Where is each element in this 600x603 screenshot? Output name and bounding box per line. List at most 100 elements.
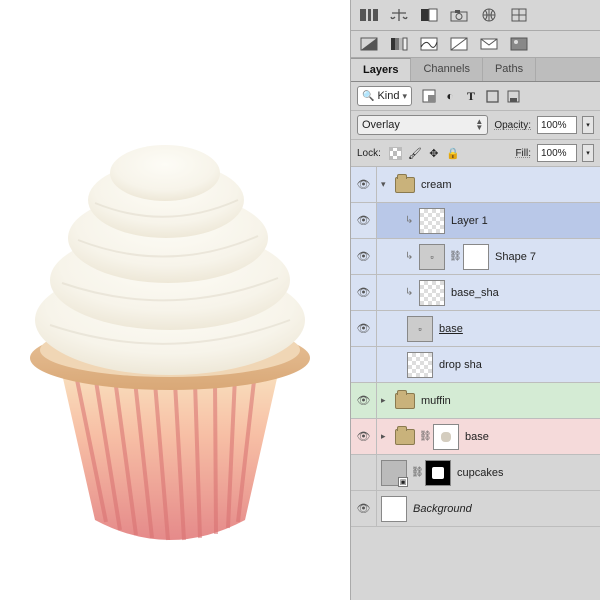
clipping-icon: ↳ xyxy=(405,287,415,298)
gradient-icon[interactable] xyxy=(419,6,439,24)
layer-group-base[interactable]: ▸ ⛓ base xyxy=(351,419,600,455)
grid-icon[interactable] xyxy=(509,6,529,24)
blend-row: Overlay ▲▼ Opacity: 100% ▾ xyxy=(351,111,600,140)
layer-name: muffin xyxy=(421,395,451,407)
disclosure-triangle[interactable]: ▸ xyxy=(381,431,391,442)
layer-name: Layer 1 xyxy=(451,215,488,227)
filter-smart-icon[interactable] xyxy=(506,89,520,103)
panel-tabs: Layers Channels Paths xyxy=(351,58,600,82)
globe-icon[interactable] xyxy=(479,6,499,24)
visibility-toggle[interactable] xyxy=(351,419,377,454)
filter-icons: ◐ T xyxy=(422,89,520,103)
lock-brush-icon[interactable]: 🖌 xyxy=(408,146,422,160)
layer-name: base_sha xyxy=(451,287,499,299)
lock-transparent-icon[interactable] xyxy=(389,146,403,160)
blend-mode-select[interactable]: Overlay ▲▼ xyxy=(357,115,488,135)
lock-label: Lock: xyxy=(357,148,381,159)
folder-icon xyxy=(395,393,415,409)
layer-thumbnail xyxy=(381,496,407,522)
folder-icon xyxy=(395,429,415,445)
balance-icon[interactable] xyxy=(389,6,409,24)
filter-pixel-icon[interactable] xyxy=(422,89,436,103)
opacity-input[interactable]: 100% xyxy=(537,116,577,134)
link-icon: ⛓ xyxy=(449,251,459,262)
lock-icons: 🖌 ✥ 🔒 xyxy=(389,146,460,160)
threshold-icon[interactable] xyxy=(419,36,439,52)
camera-icon[interactable] xyxy=(449,6,469,24)
folder-icon xyxy=(395,177,415,193)
layer-thumbnail: ▫ xyxy=(407,316,433,342)
map-icon[interactable] xyxy=(509,36,529,52)
link-icon: ⛓ xyxy=(419,431,429,442)
chevron-icon: ▾ xyxy=(402,91,407,102)
layer-name: Shape 7 xyxy=(495,251,536,263)
layer-thumbnail xyxy=(419,280,445,306)
blend-mode-label: Overlay xyxy=(362,119,400,131)
layer-shape7[interactable]: ↳ ▫ ⛓ Shape 7 xyxy=(351,239,600,275)
mask-thumbnail xyxy=(425,460,451,486)
visibility-toggle[interactable] xyxy=(351,275,377,310)
layer-cupcakes[interactable]: ▣ ⛓ cupcakes xyxy=(351,455,600,491)
layer-base[interactable]: ▫ base xyxy=(351,311,600,347)
fill-input[interactable]: 100% xyxy=(537,144,577,162)
vector-thumb: ▫ xyxy=(419,244,445,270)
mask-thumbnail xyxy=(463,244,489,270)
layers-list: ▾ cream ↳ Layer 1 ↳ ▫ ⛓ Shape 7 xyxy=(351,167,600,600)
fill-label: Fill: xyxy=(515,148,531,159)
top-icon-row-1 xyxy=(351,0,600,31)
link-icon: ⛓ xyxy=(411,467,421,478)
layer-thumbnail xyxy=(419,208,445,234)
clipping-icon: ↳ xyxy=(405,251,415,262)
top-icon-row-2 xyxy=(351,31,600,58)
visibility-toggle[interactable] xyxy=(351,311,377,346)
tab-layers[interactable]: Layers xyxy=(351,58,411,81)
layer-group-muffin[interactable]: ▸ muffin xyxy=(351,383,600,419)
visibility-toggle[interactable] xyxy=(351,383,377,418)
layer-name: base xyxy=(439,323,463,335)
layer-base-sha[interactable]: ↳ base_sha xyxy=(351,275,600,311)
lock-row: Lock: 🖌 ✥ 🔒 Fill: 100% ▾ xyxy=(351,140,600,167)
select-arrows-icon: ▲▼ xyxy=(475,119,483,131)
layer-thumbnail: ▣ xyxy=(381,460,407,486)
layer-layer1[interactable]: ↳ Layer 1 xyxy=(351,203,600,239)
filter-shape-icon[interactable] xyxy=(485,89,499,103)
filter-row: 🔍 Kind ▾ ◐ T xyxy=(351,82,600,111)
filter-kind-select[interactable]: 🔍 Kind ▾ xyxy=(357,86,412,106)
layer-name: cupcakes xyxy=(457,467,503,479)
fill-toggle-icon[interactable] xyxy=(359,36,379,52)
canvas-area xyxy=(0,0,350,600)
visibility-toggle[interactable] xyxy=(351,455,377,490)
layer-name: drop sha xyxy=(439,359,482,371)
posterize-icon[interactable] xyxy=(389,36,409,52)
lock-all-icon[interactable]: 🔒 xyxy=(446,146,460,160)
tab-paths[interactable]: Paths xyxy=(483,58,536,81)
visibility-toggle[interactable] xyxy=(351,347,377,382)
filter-kind-label: Kind xyxy=(377,90,399,102)
opacity-label: Opacity: xyxy=(494,120,531,131)
visibility-toggle[interactable] xyxy=(351,491,377,526)
layer-name: base xyxy=(465,431,489,443)
fill-dropdown[interactable]: ▾ xyxy=(582,144,594,162)
clipping-icon: ↳ xyxy=(405,215,415,226)
visibility-toggle[interactable] xyxy=(351,203,377,238)
layers-panel: Layers Channels Paths 🔍 Kind ▾ ◐ T Overl… xyxy=(350,0,600,600)
tab-channels[interactable]: Channels xyxy=(411,58,482,81)
filter-type-icon[interactable]: T xyxy=(464,89,478,103)
lock-move-icon[interactable]: ✥ xyxy=(427,146,441,160)
opacity-dropdown[interactable]: ▾ xyxy=(582,116,594,134)
mask-thumbnail xyxy=(433,424,459,450)
align-icon[interactable] xyxy=(359,6,379,24)
layer-thumbnail xyxy=(407,352,433,378)
layer-group-cream[interactable]: ▾ cream xyxy=(351,167,600,203)
filter-adjust-icon[interactable]: ◐ xyxy=(443,89,457,103)
disclosure-triangle[interactable]: ▸ xyxy=(381,395,391,406)
envelope-icon[interactable] xyxy=(479,36,499,52)
layer-background[interactable]: Background xyxy=(351,491,600,527)
visibility-toggle[interactable] xyxy=(351,239,377,274)
search-icon: 🔍 xyxy=(362,91,374,102)
visibility-toggle[interactable] xyxy=(351,167,377,202)
layer-drop-sha[interactable]: drop sha xyxy=(351,347,600,383)
diag-icon[interactable] xyxy=(449,36,469,52)
layer-name: cream xyxy=(421,179,452,191)
disclosure-triangle[interactable]: ▾ xyxy=(381,179,391,190)
